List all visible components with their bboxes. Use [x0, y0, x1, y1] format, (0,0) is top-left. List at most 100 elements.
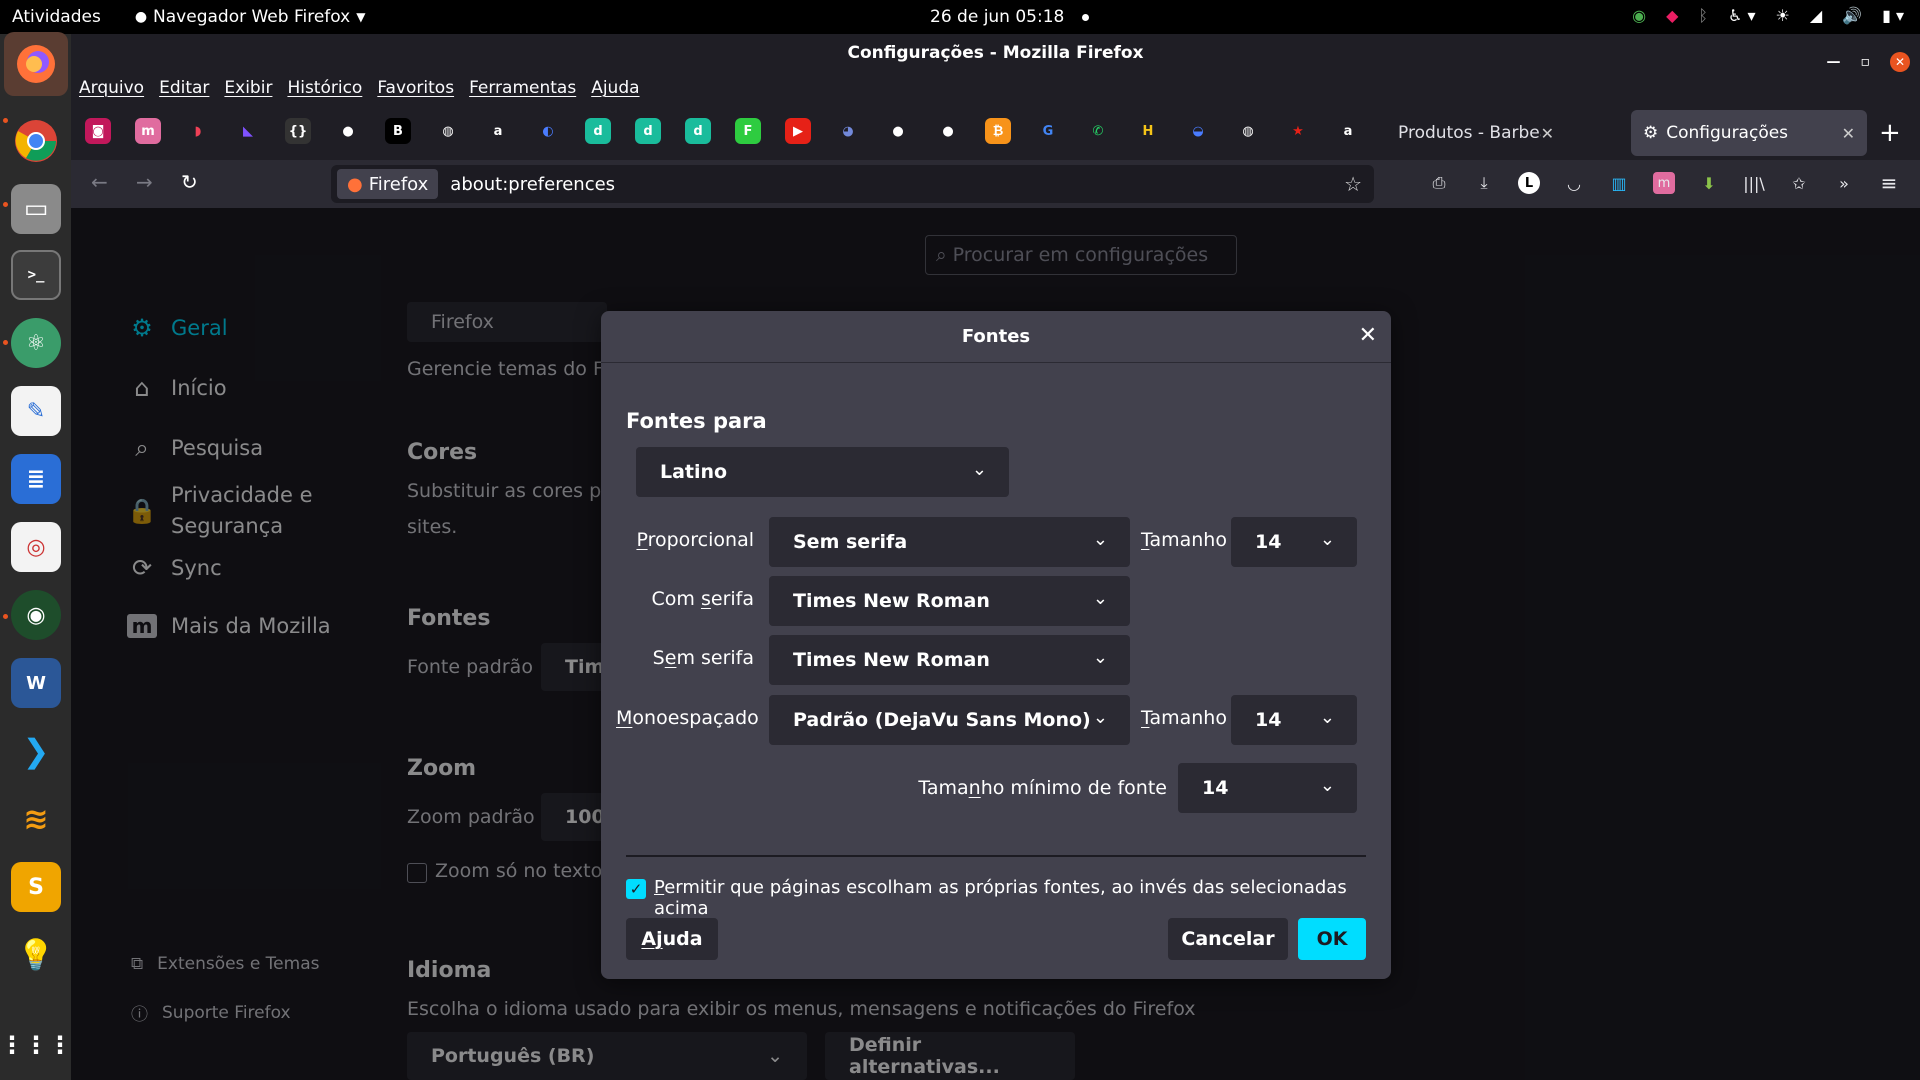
dock-sublime-icon[interactable]: S — [11, 862, 61, 912]
menu-historico[interactable]: Histórico — [287, 78, 362, 98]
back-button[interactable]: ← — [91, 170, 108, 194]
pocket-icon[interactable]: ◡ — [1563, 172, 1585, 194]
proportional-select[interactable]: Sem serifa ⌄ — [769, 517, 1130, 567]
cancel-button[interactable]: Cancelar — [1168, 918, 1288, 960]
pinned-tab-amazon2-icon[interactable]: a — [1335, 118, 1361, 144]
extension-color-icon[interactable]: ▥ — [1608, 172, 1630, 194]
pinned-tab-pocket-icon[interactable]: ◗ — [185, 118, 211, 144]
proportional-size-select[interactable]: 14 ⌄ — [1231, 517, 1357, 567]
url-bar[interactable]: ● Firefox about:preferences ☆ — [331, 165, 1374, 203]
pinned-tab-globe2-icon[interactable]: ◍ — [1235, 118, 1261, 144]
brightness-icon[interactable]: ☀ — [1776, 6, 1790, 25]
pinned-tab-app-icon[interactable]: ◙ — [85, 118, 111, 144]
pinned-tab-globe-icon[interactable]: ◍ — [435, 118, 461, 144]
tray-app-icon[interactable]: ◆ — [1666, 6, 1678, 25]
pinned-tab-amazon-icon[interactable]: a — [485, 118, 511, 144]
hamburger-menu-icon[interactable]: ≡ — [1878, 171, 1900, 195]
menu-arquivo[interactable]: Arquivo — [79, 78, 144, 98]
dock-layers-icon[interactable]: ≋ — [11, 794, 61, 844]
dock-firefox-icon[interactable] — [4, 32, 68, 96]
script-select[interactable]: Latino ⌄ — [636, 447, 1009, 497]
tab-produtos[interactable]: Produtos - Barbearia Al... ✕ — [1386, 110, 1566, 156]
pinned-tab-github2-icon[interactable]: ● — [885, 118, 911, 144]
layers-icon: ≋ — [23, 801, 49, 837]
tab-configuracoes[interactable]: ⚙ Configurações ✕ — [1631, 110, 1867, 156]
app-menu[interactable]: ● Navegador Web Firefox ▼ — [135, 7, 366, 27]
dock-document-viewer-icon[interactable]: ◎ — [11, 522, 61, 572]
pinned-tab-braces-icon[interactable]: {} — [285, 118, 311, 144]
bluetooth-icon[interactable]: ᛒ — [1698, 6, 1708, 25]
dock-lightbulb-icon[interactable]: 💡 — [11, 930, 61, 980]
menu-ferramentas[interactable]: Ferramentas — [469, 78, 576, 98]
download-arrow-icon[interactable]: ⬇ — [1698, 172, 1720, 194]
serif-select[interactable]: Times New Roman ⌄ — [769, 576, 1130, 626]
extensions-icon[interactable]: ✩ — [1788, 172, 1810, 194]
pinned-tab-google-icon[interactable]: G — [1035, 118, 1061, 144]
min-size-select[interactable]: 14 ⌄ — [1178, 763, 1357, 813]
dock-chrome-icon[interactable] — [11, 116, 61, 166]
forward-button[interactable]: → — [136, 170, 153, 194]
bookmark-star-icon[interactable]: ☆ — [1344, 172, 1362, 196]
pinned-tab-d2-icon[interactable]: d — [635, 118, 661, 144]
help-button[interactable]: Aj uda — [626, 918, 718, 960]
sans-select[interactable]: Times New Roman ⌄ — [769, 635, 1130, 685]
pinned-tab-whatsapp-icon[interactable]: ✆ — [1085, 118, 1111, 144]
clock[interactable]: 26 de jun 05:18 — [930, 7, 1090, 27]
allow-fonts-checkbox[interactable]: ✓ — [626, 879, 646, 899]
tab-close-icon[interactable]: ✕ — [1541, 124, 1554, 143]
pinned-tab-youtube-icon[interactable]: ▶ — [785, 118, 811, 144]
pinned-tab-moon-icon[interactable]: ◐ — [535, 118, 561, 144]
mono-size-select[interactable]: 14 ⌄ — [1231, 695, 1357, 745]
mono-select[interactable]: Padrão (DejaVu Sans Mono) ⌄ — [769, 695, 1130, 745]
menu-ajuda[interactable]: Ajuda — [591, 78, 639, 98]
new-tab-button[interactable]: + — [1879, 118, 1901, 148]
menu-favoritos[interactable]: Favoritos — [377, 78, 454, 98]
pinned-tab-github3-icon[interactable]: ● — [935, 118, 961, 144]
pinned-tab-flag-icon[interactable]: F — [735, 118, 761, 144]
download-icon[interactable]: ⤓ — [1473, 172, 1495, 194]
pinned-tab-kotlin-icon[interactable]: ◣ — [235, 118, 261, 144]
chrome-logo-icon — [15, 120, 57, 162]
dialog-close-icon[interactable]: ✕ — [1359, 323, 1377, 348]
pinned-tab-b-icon[interactable]: B — [385, 118, 411, 144]
pinned-tab-h-icon[interactable]: H — [1135, 118, 1161, 144]
mastodon-icon[interactable]: m — [1653, 172, 1675, 194]
accessibility-icon[interactable]: ♿ ▾ — [1728, 6, 1755, 25]
reload-button[interactable]: ↻ — [181, 170, 198, 194]
pinned-tab-mastodon-icon[interactable]: m — [135, 118, 161, 144]
volume-icon[interactable]: 🔊 — [1842, 6, 1862, 25]
print-icon[interactable]: ⎙ — [1428, 172, 1450, 194]
activities-button[interactable]: Atividades — [12, 7, 101, 27]
window-close-icon[interactable]: ✕ — [1890, 52, 1910, 72]
dock-text-editor-icon[interactable]: ✎ — [11, 386, 61, 436]
battery-icon[interactable]: ▮ ▾ — [1882, 6, 1904, 25]
dock-files-icon[interactable]: ▭ — [11, 184, 61, 234]
tab-close-icon[interactable]: ✕ — [1842, 124, 1855, 143]
pinned-tab-discord-icon[interactable]: ◕ — [835, 118, 861, 144]
dock-apps-grid-icon[interactable]: ⋮⋮⋮ — [0, 1020, 72, 1070]
dock-atom-icon[interactable]: ⚛ — [11, 318, 61, 368]
dock-writer-icon[interactable]: ≣ — [11, 454, 61, 504]
pinned-tab-d3-icon[interactable]: d — [685, 118, 711, 144]
pinned-tab-bitcoin-icon[interactable]: ₿ — [985, 118, 1011, 144]
word-icon: W — [26, 672, 46, 694]
pinned-tab-dots-icon[interactable]: ◒ — [1185, 118, 1211, 144]
pinned-tab-github-icon[interactable]: ● — [335, 118, 361, 144]
identity-badge[interactable]: ● Firefox — [337, 169, 439, 199]
menu-editar[interactable]: Editar — [159, 78, 209, 98]
pinned-tab-star-icon[interactable]: ★ — [1285, 118, 1311, 144]
chevron-down-icon: ⌄ — [1319, 707, 1335, 728]
pinned-tab-d-icon[interactable]: d — [585, 118, 611, 144]
dock-camera-icon[interactable]: ◉ — [11, 590, 61, 640]
account-l-icon[interactable]: L — [1518, 172, 1540, 194]
ok-button[interactable]: OK — [1298, 918, 1366, 960]
dock-word-online-icon[interactable]: W — [11, 658, 61, 708]
menu-exibir[interactable]: Exibir — [224, 78, 272, 98]
library-icon[interactable]: |||\ — [1743, 172, 1765, 194]
dock-terminal-icon[interactable]: >_ — [11, 250, 61, 300]
tray-globe-icon[interactable]: ◉ — [1632, 6, 1646, 25]
wifi-icon[interactable]: ◢ — [1810, 6, 1822, 25]
firefox-icon: ● — [347, 173, 363, 195]
overflow-chevron-icon[interactable]: » — [1833, 172, 1855, 194]
dock-vscode-icon[interactable]: ❯ — [11, 726, 61, 776]
